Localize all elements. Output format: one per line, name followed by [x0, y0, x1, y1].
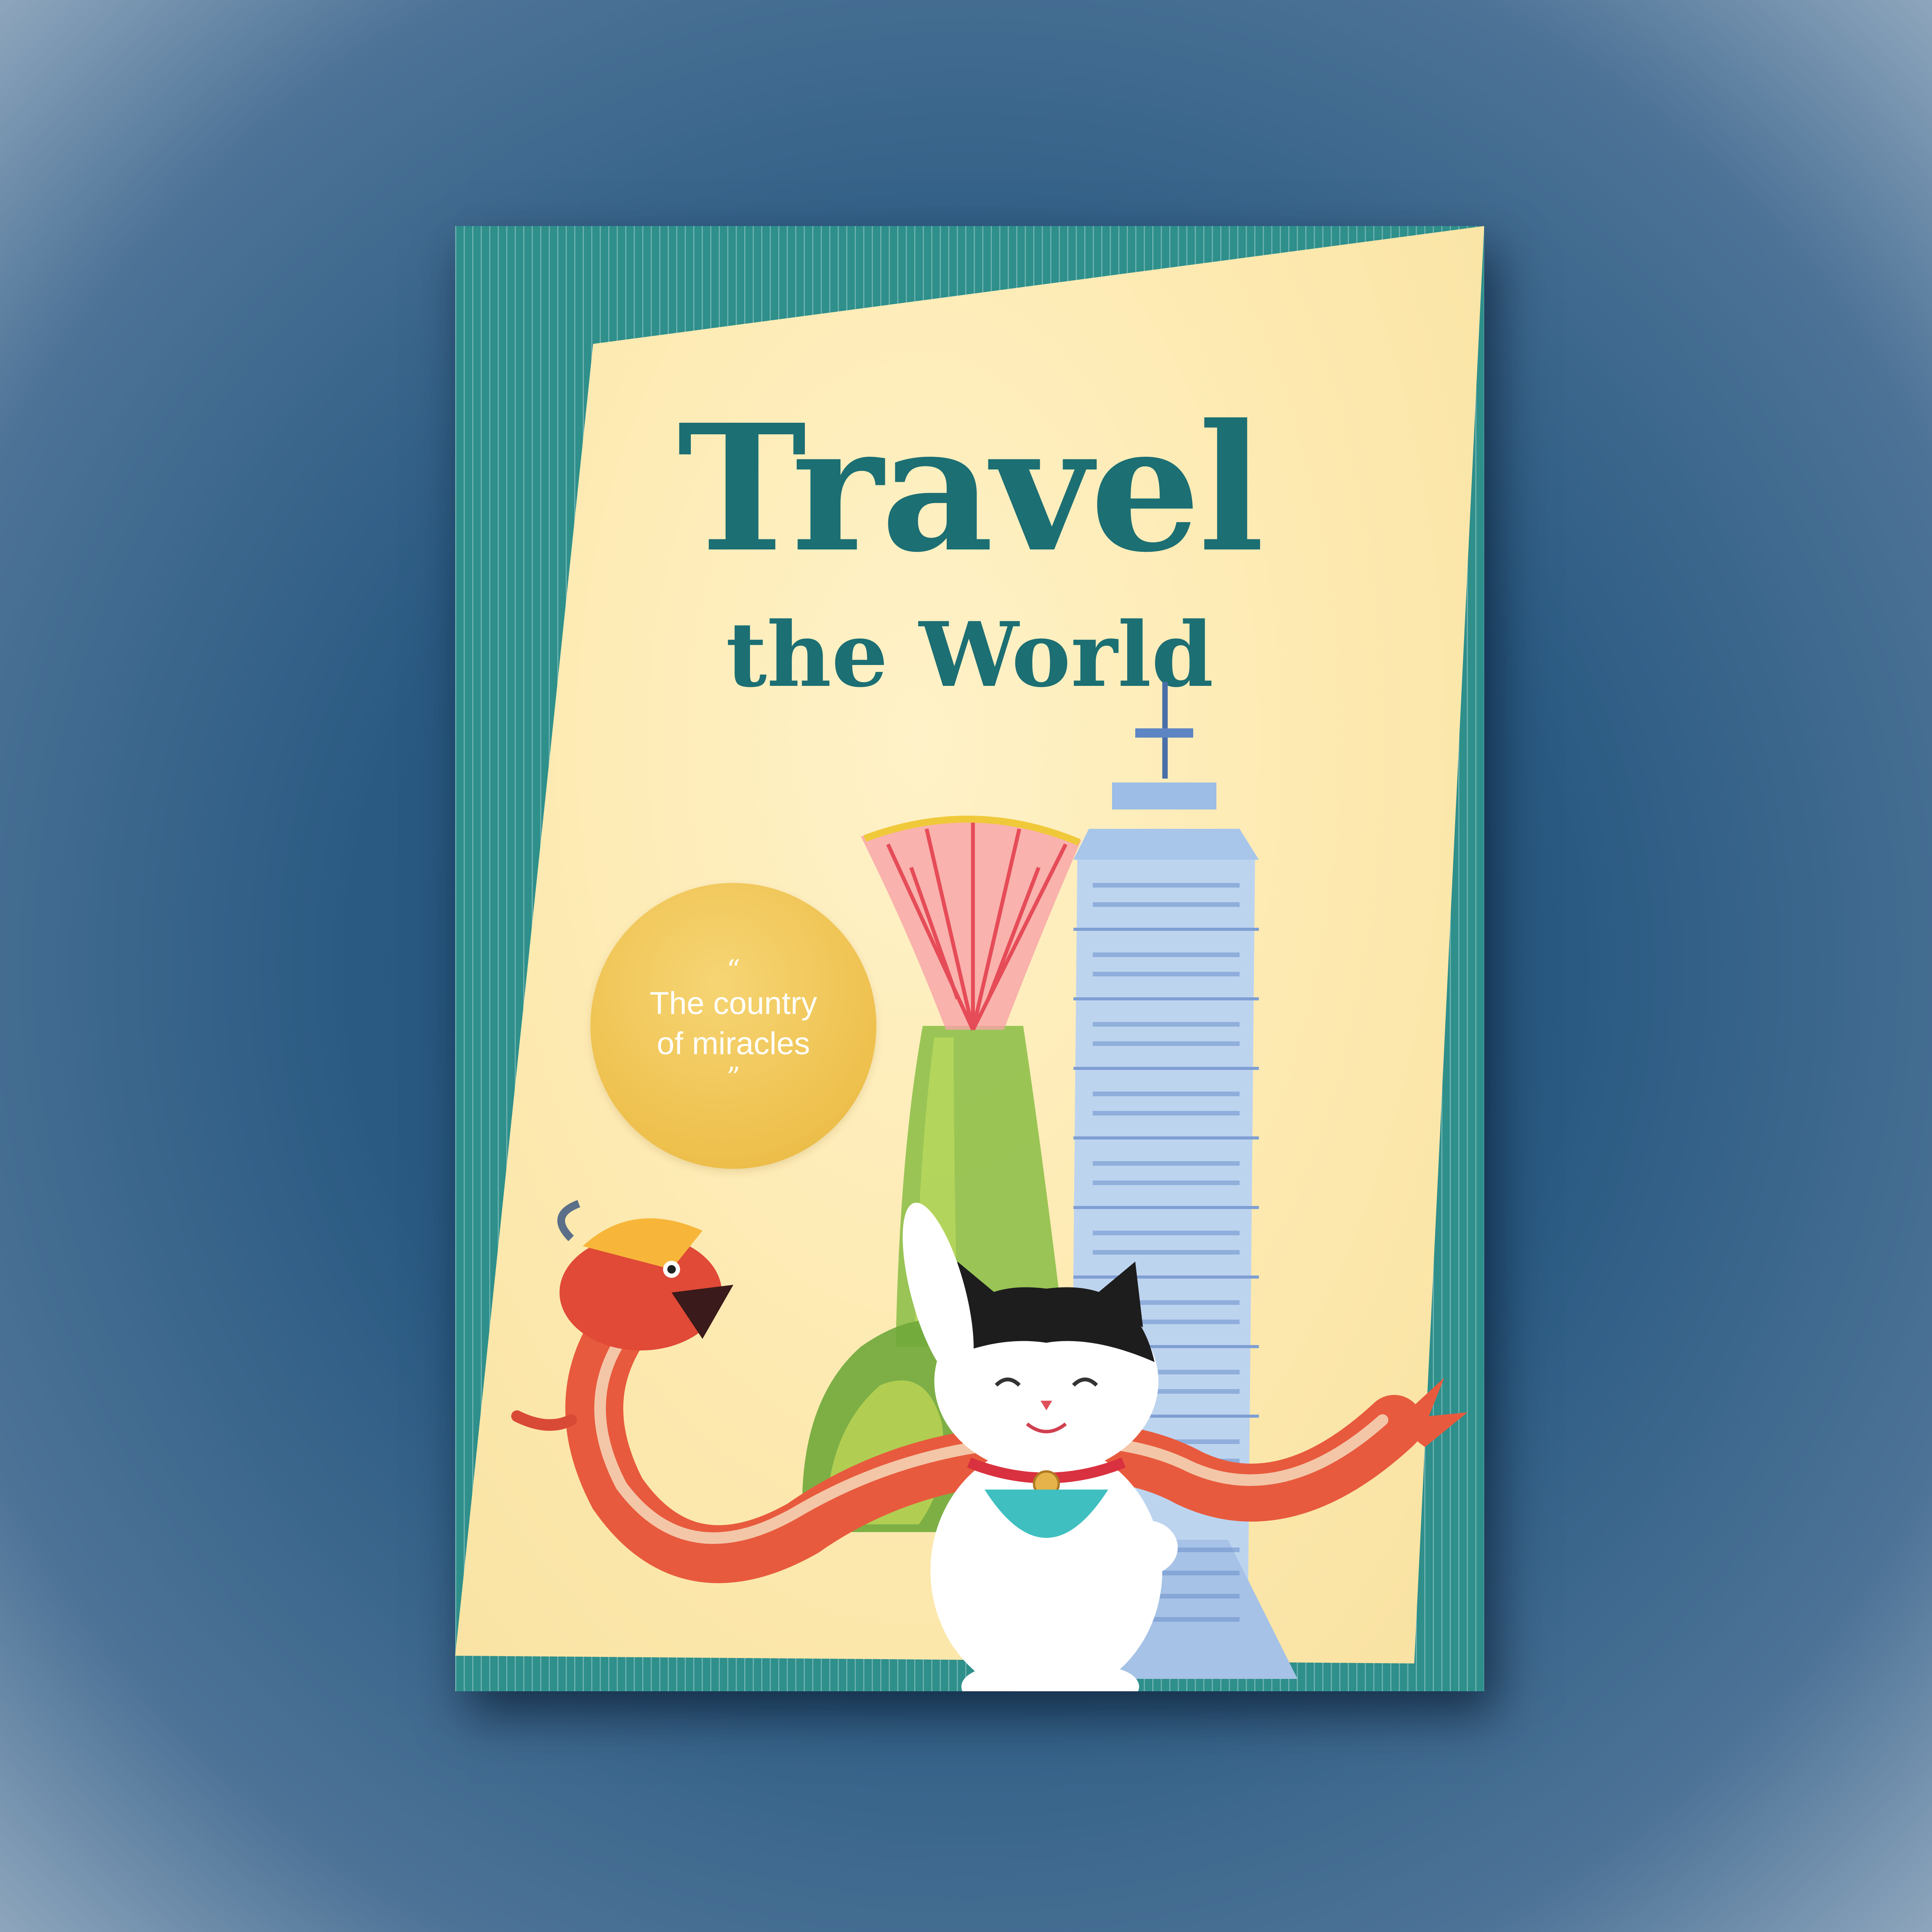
illustration-group: [511, 682, 1468, 1691]
poster: Travel the World “ The country of miracl…: [455, 226, 1484, 1691]
